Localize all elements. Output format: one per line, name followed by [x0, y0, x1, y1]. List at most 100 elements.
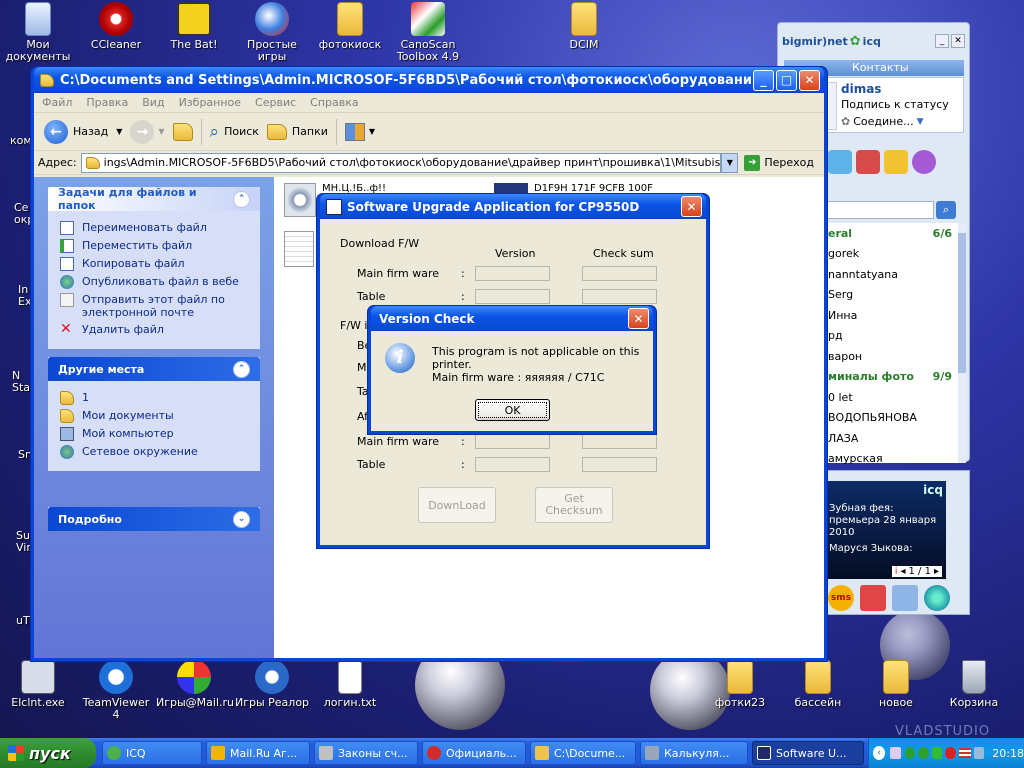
smiley-icon[interactable] [912, 150, 936, 174]
contact-group[interactable]: миналы фото 9/9 [826, 367, 958, 388]
icq-search-input[interactable] [826, 201, 934, 219]
up-folder-button[interactable] [169, 117, 197, 147]
panel-header[interactable]: Задачи для файлов и папок ⌃ [48, 186, 260, 212]
get-checksum-button[interactable]: Get Checksum [535, 487, 613, 523]
tray-expand-icon[interactable]: ‹ [873, 746, 886, 760]
desktop-icon-utorrent[interactable]: uT [16, 614, 30, 627]
alert-tray-icon[interactable] [945, 747, 956, 759]
desktop-icon-my-documents[interactable]: Мои документы [0, 2, 76, 63]
desktop-icon-fotki23[interactable]: фотки23 [702, 660, 778, 709]
address-dropdown-button[interactable]: ▼ [721, 152, 739, 173]
list-item[interactable]: ЛАЗА [826, 428, 958, 449]
expand-icon[interactable]: ⌄ [233, 510, 250, 528]
desktop-icon-canoscan[interactable]: CanoScan Toolbox 4.9 [390, 2, 466, 63]
version-check-dialog[interactable]: Version Check ✕ i This program is not ap… [367, 305, 657, 435]
task-rename[interactable]: Переименовать файл [60, 221, 252, 235]
minimize-button[interactable]: _ [753, 69, 774, 91]
list-item[interactable]: амурская [826, 449, 958, 470]
go-button[interactable]: Переход [764, 156, 814, 169]
collapse-icon[interactable]: ⌃ [233, 360, 250, 378]
desktop-icon-novoe[interactable]: новое [858, 660, 934, 709]
task-copy[interactable]: Копировать файл [60, 257, 252, 271]
list-item[interactable]: ВОДОПЬЯНОВА [826, 408, 958, 429]
task-publish[interactable]: Опубликовать файл в вебе [60, 275, 252, 289]
views-button[interactable]: ▼ [341, 117, 379, 147]
icq-close-button[interactable]: ✕ [951, 34, 965, 48]
notes-icon[interactable] [884, 150, 908, 174]
task-email[interactable]: Отправить этот файл по электронной почте [60, 293, 252, 319]
globe-icon[interactable] [924, 585, 950, 611]
desktop-icon-realore[interactable]: Игры Реалор [234, 660, 310, 709]
go-arrow-icon[interactable]: ➜ [744, 154, 761, 171]
task-mailru-agent[interactable]: Mail.Ru Аг... [206, 741, 310, 765]
icq-pager[interactable]: i ◂ 1 / 1 ▸ [891, 566, 942, 577]
desktop-icon-computer[interactable]: ком [10, 134, 32, 147]
menu-favorites[interactable]: Избранное [179, 96, 241, 109]
icq-status-text[interactable]: Подпись к статусу [841, 98, 949, 111]
task-move[interactable]: Переместить файл [60, 239, 252, 253]
menu-view[interactable]: Вид [142, 96, 164, 109]
close-button[interactable]: ✕ [799, 69, 820, 91]
list-item[interactable]: 0 let [826, 387, 958, 408]
maximize-button[interactable]: □ [776, 69, 797, 91]
desktop-icon-ccleaner[interactable]: CCleaner [78, 2, 154, 51]
ok-button[interactable]: OK [475, 399, 550, 421]
clock[interactable]: 20:18 [992, 747, 1024, 760]
file-item[interactable] [284, 231, 314, 267]
desktop-icon-teamviewer[interactable]: TeamViewer 4 [78, 660, 154, 721]
task-software-upgrade[interactable]: Software U... [752, 741, 864, 765]
list-item[interactable]: рд [826, 326, 958, 347]
desktop-icon-mailru-games[interactable]: Игры@Mail.ru [156, 660, 234, 709]
address-input[interactable]: ings\Admin.MICROSOF-5F6BD5\Рабочий стол\… [80, 152, 722, 173]
menu-help[interactable]: Справка [310, 96, 358, 109]
place-my-computer[interactable]: Мой компьютер [60, 427, 252, 441]
network-tray-icon[interactable] [973, 747, 985, 759]
icq-scrollbar[interactable] [958, 223, 966, 463]
desktop-icon-login-txt[interactable]: логин.txt [312, 660, 388, 709]
task-explorer[interactable]: C:\Docume... [530, 741, 636, 765]
list-item[interactable]: nanntatyana [826, 264, 958, 285]
menu-tools[interactable]: Сервис [255, 96, 296, 109]
folders-button[interactable]: Папки [263, 117, 332, 147]
desktop-icon-the-bat[interactable]: The Bat! [156, 2, 232, 51]
back-button[interactable]: ← Назад ▼ [40, 117, 126, 147]
task-delete[interactable]: ✕ Удалить файл [60, 322, 252, 337]
task-laws[interactable]: Законы сч... [314, 741, 418, 765]
desktop-icon-recycle-bin[interactable]: Корзина [936, 660, 1012, 709]
collapse-icon[interactable]: ⌃ [233, 190, 250, 208]
explorer-titlebar[interactable]: C:\Documents and Settings\Admin.MICROSOF… [34, 67, 824, 93]
icq-connect-status[interactable]: ✿ Соедине... ▼ [841, 115, 924, 128]
start-button[interactable]: пуск [0, 738, 96, 768]
desktop-icon-elclnt[interactable]: Elclnt.exe [0, 660, 76, 709]
mail-tray-icon[interactable] [918, 747, 929, 759]
version-check-titlebar[interactable]: Version Check ✕ [371, 306, 653, 331]
panel-header[interactable]: Другие места ⌃ [48, 357, 260, 381]
menu-edit[interactable]: Правка [86, 96, 128, 109]
list-item[interactable]: Инна [826, 305, 958, 326]
icq-news-item[interactable]: Маруся Зыкова: [829, 543, 943, 555]
chevron-left-icon[interactable]: ◂ [900, 566, 905, 577]
gift-icon[interactable] [860, 585, 886, 611]
icq-minimize-button[interactable]: _ [935, 34, 949, 48]
icq-tray-icon[interactable] [904, 747, 916, 759]
close-button[interactable]: ✕ [628, 308, 649, 329]
panel-header[interactable]: Подробно ⌄ [48, 507, 260, 531]
search-button[interactable]: ⌕ Поиск [206, 117, 263, 147]
list-item[interactable]: варон [826, 346, 958, 367]
volume-icon[interactable] [890, 747, 901, 759]
sms-icon[interactable]: sms [828, 585, 854, 611]
download-button[interactable]: DownLoad [418, 487, 496, 523]
task-calculator[interactable]: Калькуля... [640, 741, 748, 765]
place-my-documents[interactable]: Мои документы [60, 409, 252, 423]
place-network[interactable]: Сетевое окружение [60, 445, 252, 459]
task-icq[interactable]: ICQ [102, 741, 202, 765]
desktop-icon-basseyn[interactable]: бассейн [780, 660, 856, 709]
icq-news-item[interactable]: Зубная фея: премьера 28 января 2010 [829, 503, 943, 539]
desktop-icon-games[interactable]: Простые игры [234, 2, 310, 63]
card-icon[interactable] [856, 150, 880, 174]
games-icon[interactable] [828, 150, 852, 174]
task-opera[interactable]: Официаль... [422, 741, 526, 765]
search-icon[interactable]: ⌕ [936, 201, 956, 219]
close-button[interactable]: ✕ [681, 196, 702, 217]
place-folder-1[interactable]: 1 [60, 391, 252, 405]
